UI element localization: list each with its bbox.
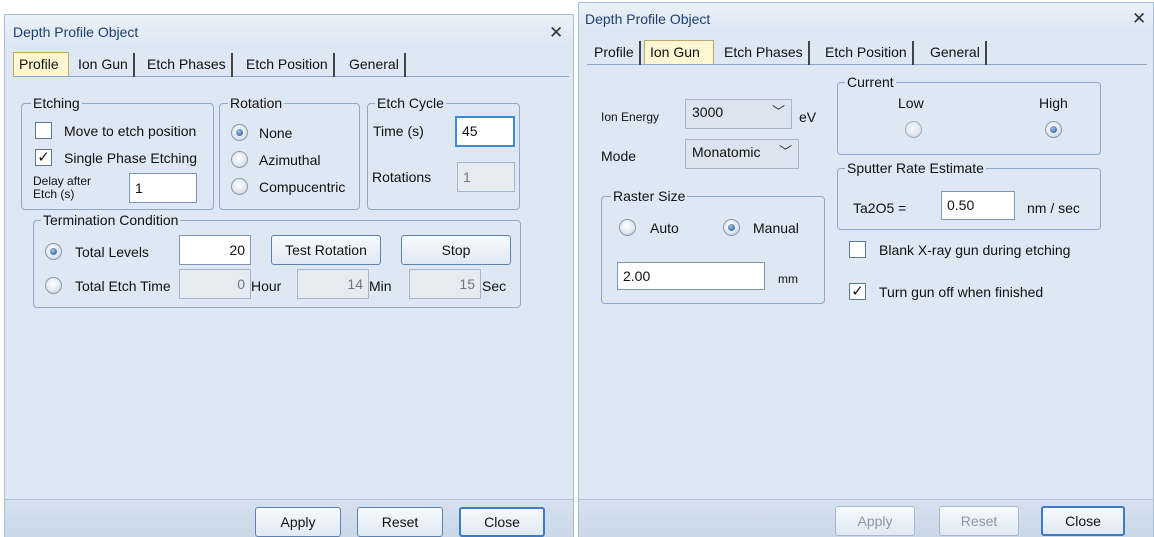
ion-energy-label: Ion Energy bbox=[601, 110, 660, 124]
right-tab-etch-phases[interactable]: Etch Phases bbox=[719, 41, 810, 65]
hour-input[interactable]: 0 bbox=[179, 269, 251, 299]
raster-legend: Raster Size bbox=[611, 188, 688, 204]
move-to-etch-checkbox[interactable] bbox=[35, 122, 52, 139]
sputter-unit: nm / sec bbox=[1027, 200, 1080, 216]
delay-input[interactable]: 1 bbox=[129, 173, 197, 203]
right-reset-button[interactable]: Reset bbox=[939, 506, 1019, 536]
right-tab-general[interactable]: General bbox=[925, 41, 987, 65]
turn-gun-off-checkbox[interactable]: ✓ bbox=[849, 283, 866, 300]
current-low-label: Low bbox=[898, 95, 924, 111]
current-low-radio[interactable] bbox=[905, 121, 922, 138]
total-levels-input[interactable]: 20 bbox=[179, 235, 251, 265]
rotation-compucentric-label: Compucentric bbox=[259, 179, 346, 195]
raster-manual-radio[interactable] bbox=[723, 219, 740, 236]
left-tab-etch-phases[interactable]: Etch Phases bbox=[142, 53, 233, 77]
raster-manual-label: Manual bbox=[753, 220, 799, 236]
sec-unit: Sec bbox=[482, 278, 507, 294]
move-to-etch-label: Move to etch position bbox=[64, 123, 197, 139]
right-tab-profile[interactable]: Profile bbox=[589, 41, 641, 65]
current-high-label: High bbox=[1039, 95, 1068, 111]
raster-size-input[interactable]: 2.00 bbox=[617, 262, 765, 290]
left-dialog-title: Depth Profile Object bbox=[13, 24, 139, 40]
right-close-button[interactable]: Close bbox=[1041, 506, 1125, 536]
sputter-ta2o5-label: Ta2O5 = bbox=[853, 200, 907, 216]
rotation-azimuthal-label: Azimuthal bbox=[259, 152, 321, 168]
sec-input[interactable]: 15 bbox=[409, 269, 481, 299]
current-high-radio[interactable] bbox=[1045, 121, 1062, 138]
total-etch-time-label: Total Etch Time bbox=[75, 278, 171, 294]
right-tab-ion-gun[interactable]: Ion Gun bbox=[644, 40, 714, 64]
total-levels-radio[interactable] bbox=[45, 243, 62, 260]
left-tab-etch-position[interactable]: Etch Position bbox=[241, 53, 335, 77]
right-close-icon[interactable]: ✕ bbox=[1132, 10, 1146, 27]
stop-button[interactable]: Stop bbox=[401, 235, 511, 265]
right-tab-etch-position[interactable]: Etch Position bbox=[820, 41, 914, 65]
rotation-none-label: None bbox=[259, 125, 293, 141]
left-dialog: Depth Profile Object ✕ Profile Ion Gun E… bbox=[4, 14, 574, 537]
right-apply-button[interactable]: Apply bbox=[835, 506, 915, 536]
left-reset-button[interactable]: Reset bbox=[357, 507, 443, 537]
right-dialog-title: Depth Profile Object bbox=[585, 11, 711, 27]
mode-label: Mode bbox=[601, 148, 637, 164]
raster-auto-label: Auto bbox=[650, 220, 679, 236]
single-phase-checkbox[interactable]: ✓ bbox=[35, 149, 52, 166]
left-tab-general[interactable]: General bbox=[344, 53, 406, 77]
right-dialog: Depth Profile Object ✕ Profile Ion Gun E… bbox=[578, 2, 1154, 537]
current-legend: Current bbox=[845, 74, 896, 90]
left-close-icon[interactable]: ✕ bbox=[549, 24, 563, 41]
termination-legend: Termination Condition bbox=[41, 212, 181, 228]
rotation-azimuthal-radio[interactable] bbox=[231, 151, 248, 168]
single-phase-label: Single Phase Etching bbox=[64, 150, 198, 166]
raster-auto-radio[interactable] bbox=[619, 219, 636, 236]
rotation-compucentric-radio[interactable] bbox=[231, 178, 248, 195]
left-tab-profile[interactable]: Profile bbox=[13, 52, 69, 76]
left-apply-button[interactable]: Apply bbox=[255, 507, 341, 537]
left-close-button[interactable]: Close bbox=[459, 507, 545, 537]
current-group bbox=[837, 82, 1101, 155]
raster-unit: mm bbox=[778, 272, 798, 286]
rotations-label: Rotations bbox=[372, 169, 432, 185]
blank-xray-checkbox[interactable] bbox=[849, 241, 866, 258]
rotations-input[interactable]: 1 bbox=[457, 162, 515, 192]
rotation-none-radio[interactable] bbox=[231, 124, 248, 141]
sputter-rate-input[interactable]: 0.50 bbox=[941, 191, 1015, 220]
turn-gun-off-label: Turn gun off when finished bbox=[879, 284, 1044, 300]
mode-select[interactable]: Monatomic ﹀ bbox=[685, 139, 799, 169]
sputter-legend: Sputter Rate Estimate bbox=[845, 160, 986, 176]
total-levels-label: Total Levels bbox=[75, 244, 149, 260]
delay-label: Delay after Etch (s) bbox=[33, 174, 92, 201]
test-rotation-button[interactable]: Test Rotation bbox=[271, 235, 381, 265]
hour-unit: Hour bbox=[251, 278, 282, 294]
rotation-legend: Rotation bbox=[228, 95, 285, 111]
ion-energy-unit: eV bbox=[799, 109, 817, 125]
ion-energy-select[interactable]: 3000 ﹀ bbox=[685, 99, 792, 129]
etch-cycle-legend: Etch Cycle bbox=[375, 95, 446, 111]
ion-energy-value: 3000 bbox=[692, 104, 724, 120]
mode-chevron-down-icon: ﹀ bbox=[778, 144, 792, 159]
min-input[interactable]: 14 bbox=[297, 269, 369, 299]
left-tab-ion-gun[interactable]: Ion Gun bbox=[73, 53, 135, 77]
time-label: Time (s) bbox=[373, 123, 424, 139]
min-unit: Min bbox=[369, 278, 392, 294]
time-input[interactable]: 45 bbox=[455, 116, 515, 147]
blank-xray-label: Blank X-ray gun during etching bbox=[879, 242, 1071, 258]
etching-legend: Etching bbox=[31, 95, 82, 111]
mode-value: Monatomic bbox=[692, 144, 761, 160]
ion-energy-chevron-down-icon: ﹀ bbox=[771, 104, 785, 119]
total-etch-time-radio[interactable] bbox=[45, 277, 62, 294]
